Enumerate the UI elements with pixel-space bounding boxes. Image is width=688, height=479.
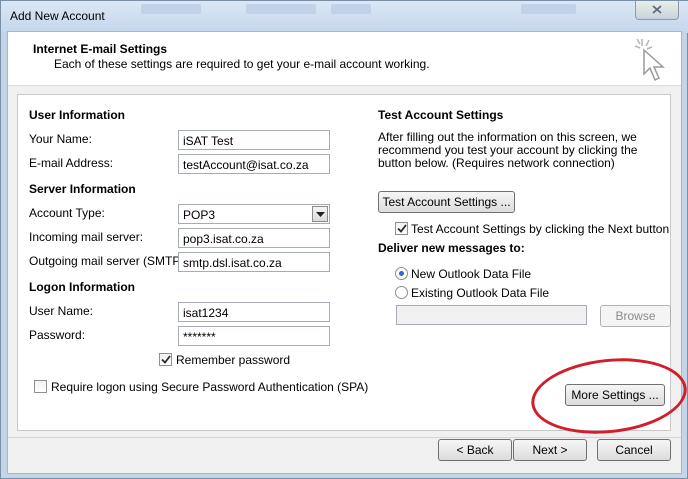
deliver-heading: Deliver new messages to: (378, 241, 525, 255)
auto-test-checkbox[interactable] (395, 222, 408, 235)
close-button[interactable] (635, 1, 679, 20)
cursor-sparkle-icon (634, 38, 665, 82)
username-input[interactable]: isat1234 (178, 302, 330, 322)
title-bar[interactable]: Add New Account (1, 1, 688, 33)
account-type-select[interactable]: POP3 (178, 204, 330, 224)
remember-password-checkbox[interactable] (159, 353, 172, 366)
dialog-header: Internet E-mail Settings Each of these s… (8, 32, 681, 86)
background-ghost (331, 4, 371, 14)
test-account-settings-button[interactable]: Test Account Settings ... (378, 191, 515, 213)
browse-button: Browse (600, 305, 671, 327)
username-label: User Name: (29, 304, 94, 318)
background-ghost (246, 4, 316, 14)
back-button[interactable]: < Back (438, 439, 512, 461)
account-type-value: POP3 (183, 208, 216, 222)
remember-password-label: Remember password (176, 353, 291, 367)
header-subtitle: Each of these settings are required to g… (54, 57, 430, 71)
existing-data-file-radio[interactable] (395, 286, 408, 299)
checkmark-icon (397, 224, 407, 233)
email-input[interactable]: testAccount@isat.co.za (178, 154, 330, 174)
test-settings-description: After filling out the information on thi… (378, 130, 638, 170)
name-input[interactable]: iSAT Test (178, 130, 330, 150)
existing-data-file-path (396, 305, 587, 325)
header-title: Internet E-mail Settings (33, 42, 168, 56)
outgoing-server-input[interactable]: smtp.dsl.isat.co.za (178, 252, 330, 272)
account-type-label: Account Type: (29, 206, 105, 220)
next-button[interactable]: Next > (513, 439, 587, 461)
spa-label: Require logon using Secure Password Auth… (51, 380, 369, 394)
server-info-heading: Server Information (29, 182, 136, 196)
name-label: Your Name: (29, 132, 92, 146)
new-data-file-radio[interactable] (395, 267, 408, 280)
chevron-down-icon (316, 212, 325, 217)
user-info-heading: User Information (29, 108, 126, 122)
incoming-server-label: Incoming mail server: (29, 230, 144, 244)
radio-selected-dot (399, 271, 404, 276)
test-settings-heading: Test Account Settings (378, 108, 504, 122)
footer-separator (8, 437, 681, 438)
background-ghost (141, 4, 201, 14)
checkmark-icon (161, 355, 171, 364)
cancel-button[interactable]: Cancel (597, 439, 671, 461)
outgoing-server-label: Outgoing mail server (SMTP): (29, 254, 188, 268)
add-account-window: Add New Account Internet E-mail Settings… (0, 0, 688, 479)
window-title: Add New Account (10, 9, 105, 23)
logon-info-heading: Logon Information (29, 280, 135, 294)
background-ghost (521, 4, 576, 14)
new-data-file-label: New Outlook Data File (411, 267, 532, 281)
close-x-icon (652, 5, 662, 14)
password-input[interactable]: ******* (178, 326, 330, 346)
dropdown-arrow-button[interactable] (312, 206, 328, 222)
password-label: Password: (29, 328, 86, 342)
email-label: E-mail Address: (29, 156, 114, 170)
auto-test-label: Test Account Settings by clicking the Ne… (411, 222, 670, 236)
existing-data-file-label: Existing Outlook Data File (411, 286, 550, 300)
spa-checkbox[interactable] (34, 380, 47, 393)
incoming-server-input[interactable]: pop3.isat.co.za (178, 228, 330, 248)
